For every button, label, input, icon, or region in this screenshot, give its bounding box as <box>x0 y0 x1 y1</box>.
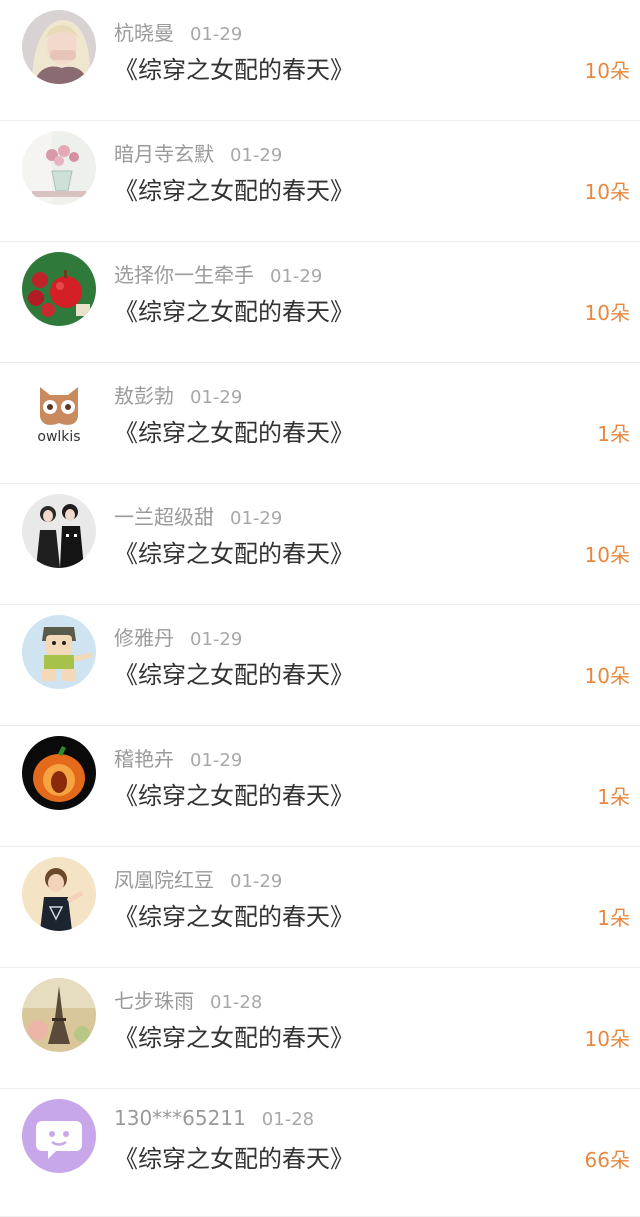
sender-meta: 一兰超级甜 01-29 <box>114 501 282 530</box>
book-title[interactable]: 《综穿之女配的春天》 <box>114 776 354 811</box>
sender-meta: 130***65211 01-28 <box>114 1106 314 1130</box>
avatar[interactable] <box>22 252 96 326</box>
book-title[interactable]: 《综穿之女配的春天》 <box>114 534 354 569</box>
sender-name[interactable]: 七步珠雨 <box>114 989 194 1013</box>
flower-count: 1朵 <box>597 906 630 930</box>
gift-record-list: 杭晓曼 01-29 《综穿之女配的春天》 10朵 暗月寺玄默 01-29 《综穿之女… <box>0 0 640 1217</box>
flower-count: 10朵 <box>584 301 630 325</box>
avatar[interactable] <box>22 615 96 689</box>
sender-name[interactable]: 选择你一生牵手 <box>114 263 254 287</box>
flower-count: 10朵 <box>584 664 630 688</box>
sender-name[interactable]: 敖彭勃 <box>114 384 174 408</box>
flower-count: 1朵 <box>597 785 630 809</box>
gift-date: 01-29 <box>190 387 243 408</box>
flower-count: 10朵 <box>584 1027 630 1051</box>
gift-date: 01-29 <box>190 24 243 45</box>
flower-count: 10朵 <box>584 180 630 204</box>
book-title[interactable]: 《综穿之女配的春天》 <box>114 292 354 327</box>
cartoon-character-icon <box>22 615 96 689</box>
sender-name[interactable]: 暗月寺玄默 <box>114 142 214 166</box>
sender-meta: 七步珠雨 01-28 <box>114 985 262 1014</box>
avatar[interactable] <box>22 978 96 1052</box>
sender-name[interactable]: 稽艳卉 <box>114 747 174 771</box>
gift-date: 01-28 <box>261 1109 315 1130</box>
owl-logo-text: owlkis <box>37 429 80 445</box>
sender-name[interactable]: 凤凰院红豆 <box>114 868 214 892</box>
list-item[interactable]: 凤凰院红豆 01-29 《综穿之女配的春天》 1朵 <box>0 847 640 968</box>
book-title[interactable]: 《综穿之女配的春天》 <box>114 897 354 932</box>
owl-logo-icon: owlkis <box>22 373 96 447</box>
boy-photo-icon <box>22 857 96 931</box>
list-item[interactable]: 选择你一生牵手 01-29 《综穿之女配的春天》 10朵 <box>0 242 640 363</box>
default-chat-icon <box>22 1099 96 1173</box>
gift-date: 01-28 <box>210 992 263 1013</box>
avatar[interactable] <box>22 494 96 568</box>
book-title[interactable]: 《综穿之女配的春天》 <box>114 413 354 448</box>
list-item[interactable]: 稽艳卉 01-29 《综穿之女配的春天》 1朵 <box>0 726 640 847</box>
list-item[interactable]: 修雅丹 01-29 《综穿之女配的春天》 10朵 <box>0 605 640 726</box>
couple-photo-icon <box>22 494 96 568</box>
sender-meta: 凤凰院红豆 01-29 <box>114 864 282 893</box>
sender-meta: 杭晓曼 01-29 <box>114 17 242 46</box>
book-title[interactable]: 《综穿之女配的春天》 <box>114 655 354 690</box>
avatar[interactable] <box>22 1099 96 1173</box>
sender-meta: 敖彭勃 01-29 <box>114 380 242 409</box>
avatar[interactable] <box>22 857 96 931</box>
sender-meta: 暗月寺玄默 01-29 <box>114 138 282 167</box>
avatar[interactable]: owlkis <box>22 373 96 447</box>
gift-date: 01-29 <box>190 629 243 650</box>
red-apple-roses-icon <box>22 252 96 326</box>
book-title[interactable]: 《综穿之女配的春天》 <box>114 171 354 206</box>
sender-name[interactable]: 杭晓曼 <box>114 21 174 45</box>
gift-date: 01-29 <box>230 145 283 166</box>
book-title[interactable]: 《综穿之女配的春天》 <box>114 1018 354 1053</box>
list-item[interactable]: 杭晓曼 01-29 《综穿之女配的春天》 10朵 <box>0 0 640 121</box>
gift-date: 01-29 <box>230 871 283 892</box>
sender-meta: 选择你一生牵手 01-29 <box>114 259 322 288</box>
avatar[interactable] <box>22 736 96 810</box>
list-item[interactable]: 130***65211 01-28 《综穿之女配的春天》 66朵 <box>0 1089 640 1217</box>
avatar[interactable] <box>22 131 96 205</box>
woman-photo-icon <box>22 10 96 84</box>
list-item[interactable]: 一兰超级甜 01-29 《综穿之女配的春天》 10朵 <box>0 484 640 605</box>
pumpkin-icon <box>22 736 96 810</box>
book-title[interactable]: 《综穿之女配的春天》 <box>114 1139 354 1174</box>
sender-name[interactable]: 修雅丹 <box>114 626 174 650</box>
sender-meta: 修雅丹 01-29 <box>114 622 242 651</box>
list-item[interactable]: 暗月寺玄默 01-29 《综穿之女配的春天》 10朵 <box>0 121 640 242</box>
sender-name[interactable]: 一兰超级甜 <box>114 505 214 529</box>
flower-count: 1朵 <box>597 422 630 446</box>
avatar[interactable] <box>22 10 96 84</box>
flower-count: 10朵 <box>584 543 630 567</box>
flower-count: 66朵 <box>584 1148 630 1172</box>
roses-vase-icon <box>22 131 96 205</box>
book-title[interactable]: 《综穿之女配的春天》 <box>114 50 354 85</box>
list-item[interactable]: 七步珠雨 01-28 《综穿之女配的春天》 10朵 <box>0 968 640 1089</box>
eiffel-tower-icon <box>22 978 96 1052</box>
sender-name[interactable]: 130***65211 <box>114 1106 246 1130</box>
list-item[interactable]: owlkis 敖彭勃 01-29 《综穿之女配的春天》 1朵 <box>0 363 640 484</box>
gift-date: 01-29 <box>230 508 283 529</box>
gift-date: 01-29 <box>190 750 243 771</box>
gift-date: 01-29 <box>270 266 323 287</box>
flower-count: 10朵 <box>584 59 630 83</box>
sender-meta: 稽艳卉 01-29 <box>114 743 242 772</box>
